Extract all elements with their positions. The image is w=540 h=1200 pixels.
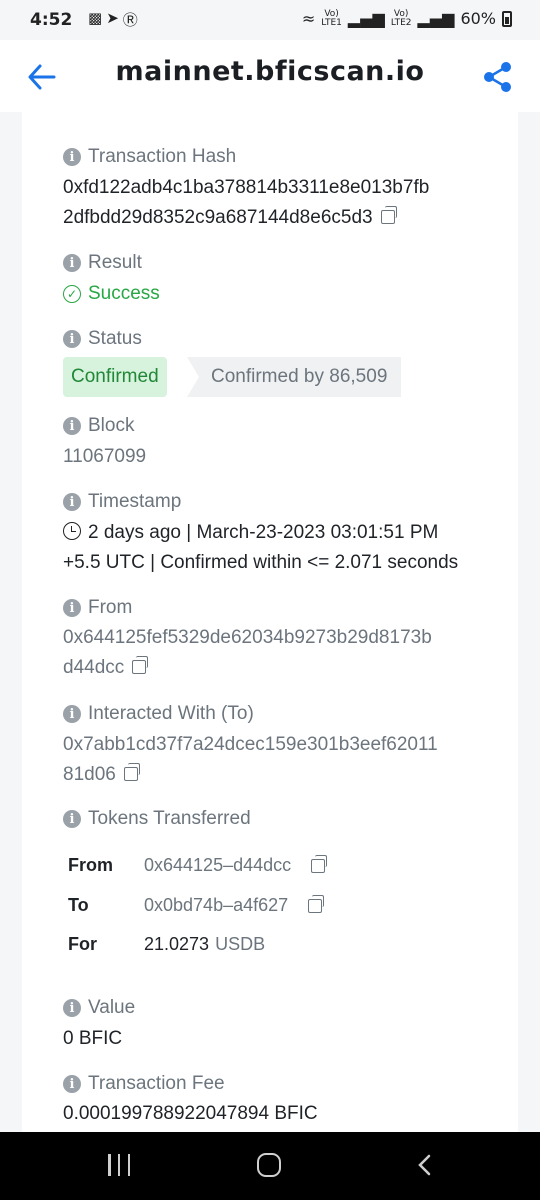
value-amount: 0 BFIC — [63, 1028, 123, 1049]
info-icon: i — [63, 148, 81, 166]
info-icon: i — [63, 810, 81, 828]
token-transfer-from-row: From 0x644125–d44dcc — [68, 854, 328, 876]
recent-apps-icon[interactable] — [108, 1154, 130, 1176]
from-address[interactable]: 0x644125fef5329de62034b9273b29d8173b d44… — [63, 623, 432, 683]
fee-label: i Transaction Fee — [63, 1073, 225, 1095]
info-icon: i — [63, 705, 81, 723]
battery-icon — [502, 10, 512, 27]
interacted-with-label: i Interacted With (To) — [63, 703, 254, 725]
info-icon: i — [63, 1075, 81, 1093]
gallery-icon: ▩ — [88, 9, 103, 27]
fee-amount: 0.000199788922047894 BFIC — [63, 1103, 318, 1124]
signal1-icon: ▂▄▆ — [347, 9, 385, 28]
value-label: i Value — [63, 997, 135, 1019]
copy-icon[interactable] — [380, 206, 397, 224]
copy-icon[interactable] — [132, 656, 149, 674]
sim1-indicator: Vo) LTE1 — [321, 8, 342, 28]
from-label: i From — [63, 597, 132, 619]
signal2-icon: ▂▄▆ — [417, 9, 455, 28]
to-address[interactable]: 0x7abb1cd37f7a24dcec159e301b3eef62011 81… — [63, 730, 438, 790]
info-icon: i — [63, 599, 81, 617]
timestamp-value: 2 days ago | March-23-2023 03:01:51 PM +… — [63, 522, 459, 573]
token-from-address[interactable]: 0x644125–d44dcc — [144, 855, 291, 876]
share-icon[interactable] — [482, 60, 514, 94]
block-label: i Block — [63, 415, 134, 437]
token-to-address[interactable]: 0x0bd74b–a4f627 — [144, 895, 288, 916]
status-time: 4:52 — [30, 10, 73, 30]
tokens-transferred-label: i Tokens Transferred — [63, 808, 251, 830]
check-circle-icon: ✓ — [63, 285, 81, 303]
token-transfer-to-row: To 0x0bd74b–a4f627 — [68, 894, 325, 916]
system-icons: ≈ Vo) LTE1 ▂▄▆ Vo) LTE2 ▂▄▆ 60% — [302, 9, 512, 28]
home-icon[interactable] — [257, 1153, 281, 1177]
info-icon: i — [63, 254, 81, 272]
confirmations-badge: Confirmed by 86,509 — [187, 357, 402, 397]
sim2-indicator: Vo) LTE2 — [390, 8, 412, 28]
copy-icon[interactable] — [123, 763, 140, 781]
telegram-icon: ➤ — [106, 9, 119, 27]
status-label: i Status — [63, 328, 142, 350]
clock-icon — [63, 522, 81, 540]
info-icon: i — [63, 330, 81, 348]
system-navigation-bar — [0, 1132, 540, 1200]
status-bar: 4:52 ▩ ➤ Ⓡ ≈ Vo) LTE1 ▂▄▆ Vo) LTE2 ▂▄▆ 60% — [0, 0, 540, 40]
app-bar: mainnet.bficscan.io — [0, 40, 540, 112]
result-label: i Result — [63, 252, 142, 274]
nav-back-icon[interactable] — [414, 1154, 436, 1176]
copy-icon[interactable] — [308, 894, 325, 913]
token-amount: 21.0273 — [144, 934, 210, 954]
b-coin-icon: Ⓡ — [122, 11, 138, 29]
notification-icons: ▩ ➤ Ⓡ — [88, 9, 138, 30]
copy-icon[interactable] — [311, 854, 328, 873]
timestamp-label: i Timestamp — [63, 491, 181, 513]
token-symbol-link[interactable]: USDB — [215, 934, 265, 955]
page-url-title: mainnet.bficscan.io — [115, 56, 425, 87]
tx-hash-label: i Transaction Hash — [63, 146, 236, 168]
token-transfer-for-row: For 21.0273 USDB — [68, 934, 266, 955]
info-icon: i — [63, 493, 81, 511]
result-status: ✓ Success — [63, 279, 160, 309]
wifi-icon: ≈ — [301, 9, 316, 28]
info-icon: i — [63, 417, 81, 435]
battery-percent: 60% — [460, 9, 496, 28]
confirmed-badge: Confirmed — [63, 357, 167, 397]
block-number-link[interactable]: 11067099 — [63, 442, 146, 472]
tx-hash-value: 0xfd122adb4c1ba378814b3311e8e013b7fb 2df… — [63, 177, 430, 228]
info-icon: i — [63, 999, 81, 1017]
